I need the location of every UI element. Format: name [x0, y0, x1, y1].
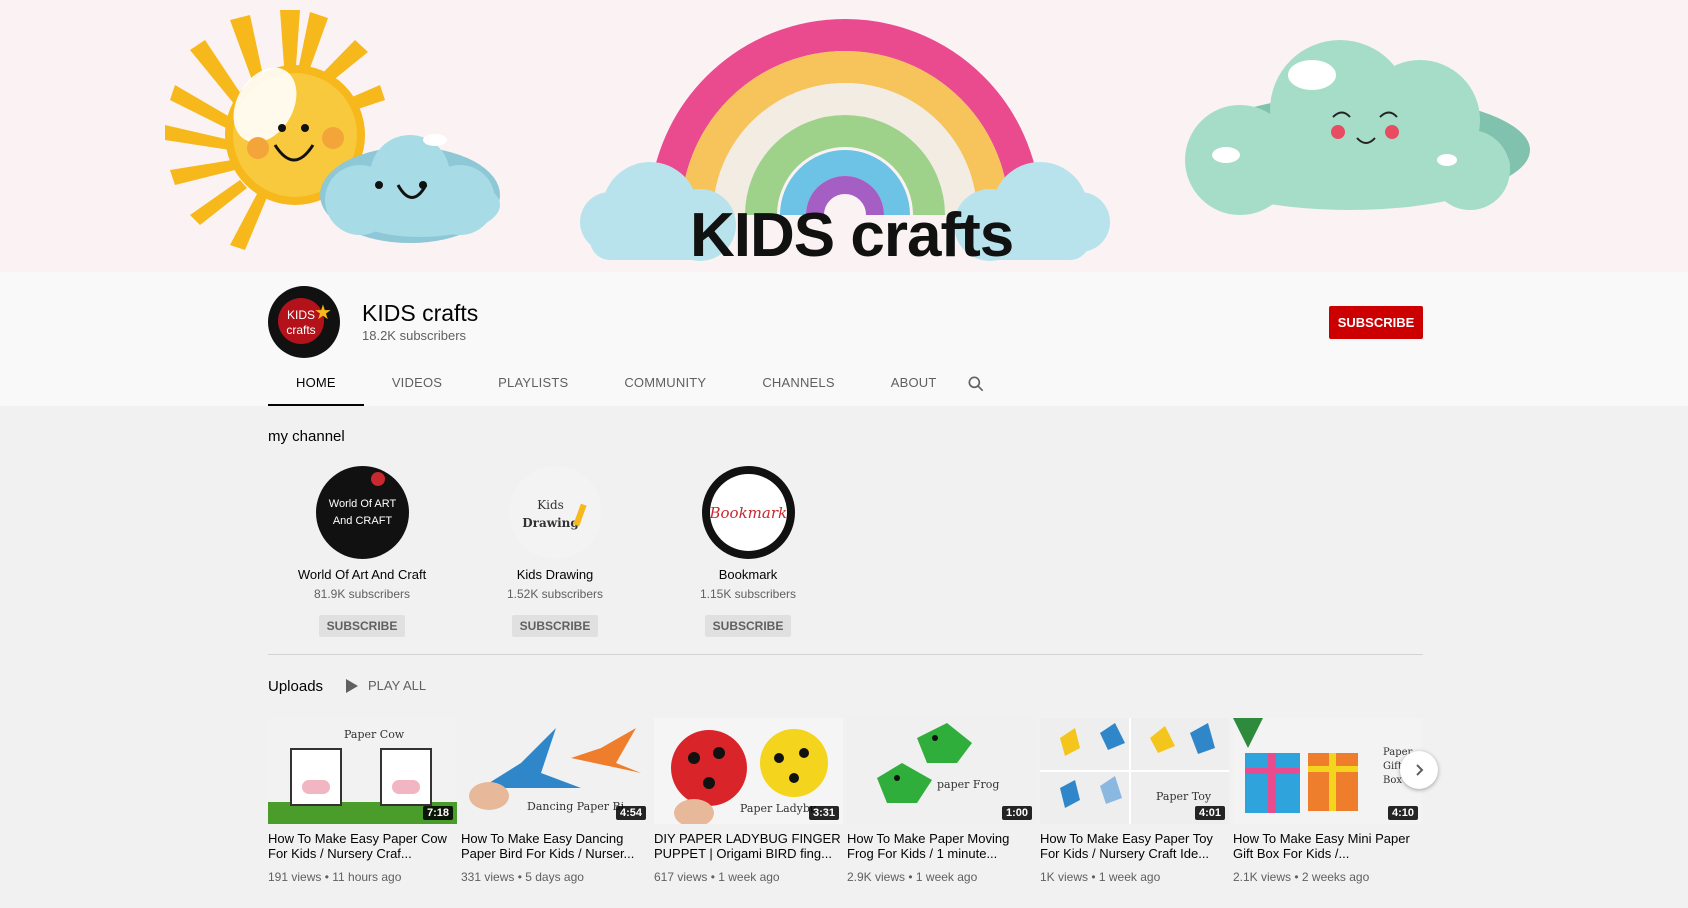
- tab-channels[interactable]: CHANNELS: [734, 368, 862, 406]
- video-title[interactable]: How To Make Easy Paper Toy For Kids / Nu…: [1040, 831, 1229, 861]
- avatar-text-line-2: crafts: [286, 323, 316, 337]
- video-card[interactable]: Paper Toy 4:01 How To Make Easy Paper To…: [1040, 718, 1229, 884]
- play-all-button[interactable]: PLAY ALL: [346, 678, 426, 693]
- world-of-art-logo: World Of ART And CRAFT: [324, 496, 402, 530]
- video-thumbnail[interactable]: paper Frog 1:00: [847, 718, 1036, 824]
- bookmark-logo: Bookmark: [709, 504, 788, 522]
- channel-avatar[interactable]: KIDS crafts ★: [268, 286, 340, 358]
- video-card[interactable]: Paper Cow 7:18 How To Make Easy Paper Co…: [268, 718, 457, 884]
- featured-channel-name[interactable]: Bookmark: [653, 567, 843, 582]
- featured-channel-subscribers: 1.15K subscribers: [699, 587, 797, 601]
- play-icon: [346, 678, 358, 693]
- tab-community[interactable]: COMMUNITY: [596, 368, 734, 406]
- tab-videos[interactable]: VIDEOS: [364, 368, 470, 406]
- logo-line-2: Drawing: [522, 516, 579, 530]
- featured-subscribe-button[interactable]: SUBSCRIBE: [704, 615, 792, 637]
- carousel-next-button[interactable]: [1400, 751, 1438, 789]
- video-title[interactable]: How To Make Easy Paper Cow For Kids / Nu…: [268, 831, 457, 861]
- featured-channel-subscribers: 1.52K subscribers: [506, 587, 604, 601]
- channel-subscriber-count: 18.2K subscribers: [362, 328, 467, 343]
- video-title[interactable]: How To Make Easy Mini Paper Gift Box For…: [1233, 831, 1422, 861]
- featured-channel-name[interactable]: World Of Art And Craft: [267, 567, 457, 582]
- video-duration: 7:18: [422, 806, 453, 820]
- chevron-right-icon: [1416, 764, 1424, 776]
- video-duration: 1:00: [1001, 806, 1032, 820]
- video-metadata: 331 views • 5 days ago: [461, 870, 584, 884]
- cloud-illustration-right: [1185, 40, 1530, 215]
- star-icon: ★: [314, 302, 332, 324]
- logo-line-1: World Of ART: [328, 498, 397, 510]
- video-metadata: 617 views • 1 week ago: [654, 870, 780, 884]
- featured-channel-avatar[interactable]: Kids Drawing: [508, 466, 602, 559]
- thumb-caption: Dancing Paper Bi: [527, 800, 625, 813]
- video-thumbnail[interactable]: Paper Ladybu 3:31: [654, 718, 843, 824]
- section-title-my-channel: my channel: [268, 428, 345, 445]
- video-metadata: 1K views • 1 week ago: [1040, 870, 1161, 884]
- featured-channel-card[interactable]: Bookmark Bookmark 1.15K subscribers SUBS…: [653, 466, 843, 637]
- kids-drawing-logo: Kids Drawing: [521, 496, 581, 532]
- channel-name: KIDS crafts: [362, 300, 479, 326]
- logo-line-1: Kids: [537, 498, 564, 512]
- tab-about[interactable]: ABOUT: [863, 368, 965, 406]
- section-divider: [268, 654, 1423, 655]
- video-title[interactable]: How To Make Paper Moving Frog For Kids /…: [847, 831, 1036, 861]
- youtube-channel-page: KIDS crafts KIDS crafts ★ KIDS crafts 18…: [0, 0, 1688, 908]
- thumb-caption: paper Frog: [937, 778, 1000, 791]
- section-title-uploads[interactable]: Uploads: [268, 678, 323, 695]
- featured-channel-card[interactable]: Kids Drawing Kids Drawing 1.52K subscrib…: [460, 466, 650, 637]
- avatar-text: KIDS crafts: [286, 308, 316, 338]
- subscribe-button[interactable]: SUBSCRIBE: [1329, 306, 1423, 339]
- video-metadata: 2.1K views • 2 weeks ago: [1233, 870, 1370, 884]
- thumb-caption: Paper Cow: [344, 728, 405, 741]
- video-title[interactable]: DIY PAPER LADYBUG FINGER PUPPET | Origam…: [654, 831, 843, 861]
- video-metadata: 191 views • 11 hours ago: [268, 870, 402, 884]
- rainbow-illustration: [649, 19, 1041, 216]
- video-duration: 3:31: [808, 806, 839, 820]
- video-metadata: 2.9K views • 1 week ago: [847, 870, 978, 884]
- featured-channel-subscribers: 81.9K subscribers: [313, 587, 411, 601]
- paper-cow-right: [380, 748, 432, 806]
- video-duration: 4:01: [1194, 806, 1225, 820]
- video-card[interactable]: Dancing Paper Bi 4:54 How To Make Easy D…: [461, 718, 650, 884]
- tab-home[interactable]: HOME: [268, 368, 364, 406]
- video-thumbnail[interactable]: Paper Toy 4:01: [1040, 718, 1229, 824]
- video-thumbnail[interactable]: Paper Cow 7:18: [268, 718, 457, 824]
- avatar-text-line-1: KIDS: [286, 308, 315, 322]
- video-duration: 4:54: [615, 806, 646, 820]
- paint-splash-icon: [370, 472, 385, 486]
- banner-title: KIDS crafts: [690, 201, 1014, 270]
- featured-channel-avatar[interactable]: Bookmark: [701, 466, 795, 559]
- video-card[interactable]: Paper Gift Box 4:10 How To Make Easy Min…: [1233, 718, 1422, 884]
- video-card[interactable]: paper Frog 1:00 How To Make Paper Moving…: [847, 718, 1036, 884]
- channel-tabs: HOME VIDEOS PLAYLISTS COMMUNITY CHANNELS…: [268, 368, 965, 406]
- video-card[interactable]: Paper Ladybu 3:31 DIY PAPER LADYBUG FING…: [654, 718, 843, 884]
- featured-channel-card[interactable]: World Of ART And CRAFT World Of Art And …: [267, 466, 457, 637]
- featured-subscribe-button[interactable]: SUBSCRIBE: [511, 615, 599, 637]
- search-icon[interactable]: [966, 374, 986, 394]
- play-all-label: PLAY ALL: [368, 678, 427, 693]
- video-duration: 4:10: [1387, 806, 1418, 820]
- cow-nose-left: [302, 780, 330, 794]
- channel-banner: KIDS crafts: [0, 0, 1688, 272]
- featured-channel-name[interactable]: Kids Drawing: [460, 567, 650, 582]
- video-title[interactable]: How To Make Easy Dancing Paper Bird For …: [461, 831, 650, 861]
- thumb-caption: Paper Ladybu: [740, 802, 818, 815]
- video-thumbnail[interactable]: Paper Gift Box 4:10: [1233, 718, 1422, 824]
- paper-cow-left: [290, 748, 342, 806]
- featured-channel-avatar[interactable]: World Of ART And CRAFT: [315, 466, 409, 559]
- featured-subscribe-button[interactable]: SUBSCRIBE: [318, 615, 406, 637]
- logo-line-2: And CRAFT: [332, 515, 393, 527]
- thumb-caption: Paper Toy: [1156, 790, 1212, 803]
- tab-playlists[interactable]: PLAYLISTS: [470, 368, 596, 406]
- video-thumbnail[interactable]: Dancing Paper Bi 4:54: [461, 718, 650, 824]
- cow-nose-right: [392, 780, 420, 794]
